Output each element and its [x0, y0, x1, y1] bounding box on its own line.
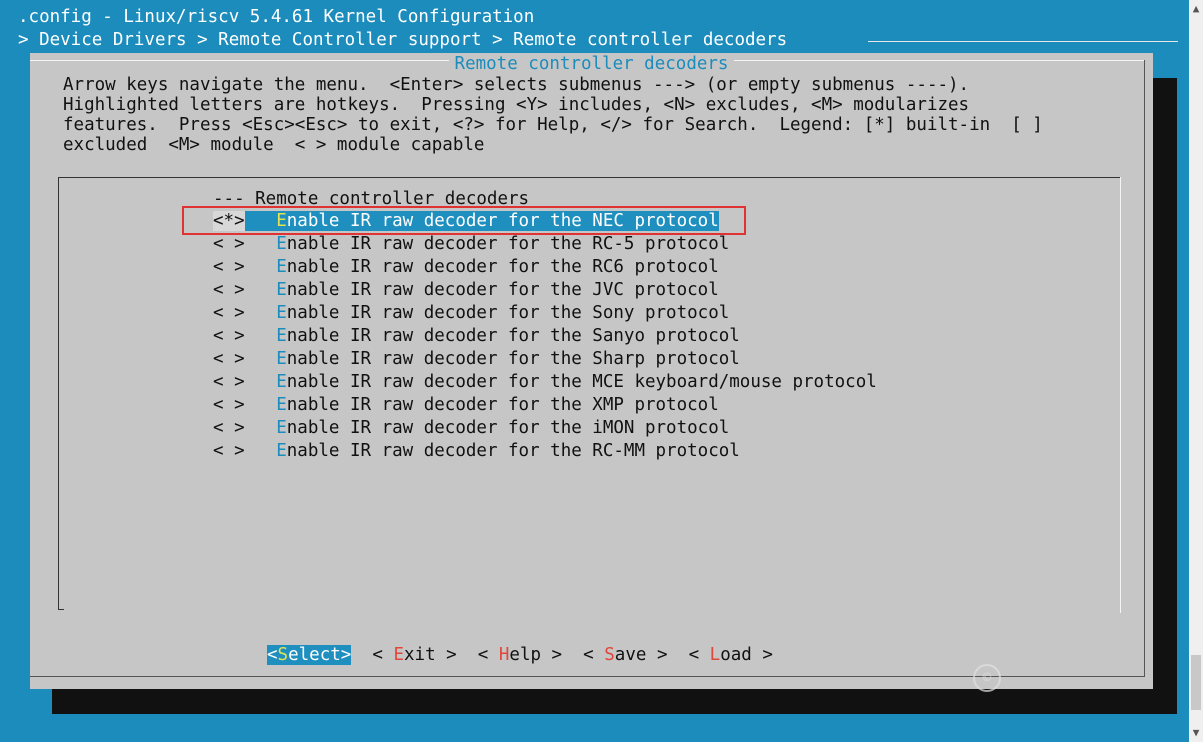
item-hotkey: E [276, 395, 287, 415]
item-hotkey: E [276, 441, 287, 461]
item-label: nable IR raw decoder for the XMP protoco… [286, 395, 719, 415]
button-bar: <Select> < Exit > < Help > < Save > < Lo… [267, 644, 773, 666]
help-open: < [477, 645, 499, 665]
menu-item-sanyo[interactable]: < > Enable IR raw decoder for the Sanyo … [213, 325, 740, 347]
exit-label: xit > [404, 645, 457, 665]
item-label: nable IR raw decoder for the Sharp proto… [286, 349, 740, 369]
help-line: features. Press <Esc><Esc> to exit, <?> … [63, 115, 1043, 135]
menuconfig-dialog: Remote controller decoders Arrow keys na… [30, 53, 1153, 689]
item-hotkey: E [276, 349, 287, 369]
menu-item-imon[interactable]: < > Enable IR raw decoder for the iMON p… [213, 417, 729, 439]
item-state[interactable]: < > [213, 257, 245, 277]
help-line: Arrow keys navigate the menu. <Enter> se… [63, 75, 970, 95]
item-hotkey: E [276, 326, 287, 346]
menu-item-jvc[interactable]: < > Enable IR raw decoder for the JVC pr… [213, 279, 719, 301]
menu-item-sharp[interactable]: < > Enable IR raw decoder for the Sharp … [213, 348, 740, 370]
exit-open: < [372, 645, 394, 665]
dialog-title: Remote controller decoders [30, 54, 1153, 74]
select-button[interactable]: <Select> [267, 645, 352, 665]
menu-border-left [58, 177, 59, 610]
item-label: nable IR raw decoder for the RC-5 protoc… [286, 234, 730, 254]
menu-border-foot [58, 609, 64, 610]
dialog-border-right [1144, 60, 1145, 676]
save-label: ave > [614, 645, 668, 665]
load-open: < [688, 645, 710, 665]
item-state[interactable]: < > [213, 280, 245, 300]
save-open: < [583, 645, 605, 665]
select-open: < [267, 645, 278, 665]
menu-item-sony[interactable]: < > Enable IR raw decoder for the Sony p… [213, 302, 729, 324]
menu-item-rc6[interactable]: < > Enable IR raw decoder for the RC6 pr… [213, 256, 719, 278]
item-state[interactable]: < > [213, 441, 245, 461]
item-hotkey: E [276, 303, 287, 323]
menu-item-rc5[interactable]: < > Enable IR raw decoder for the RC-5 p… [213, 233, 729, 255]
load-label: oad > [720, 645, 773, 665]
item-label: nable IR raw decoder for the JVC protoco… [286, 280, 719, 300]
item-label: nable IR raw decoder for the Sony protoc… [286, 303, 730, 323]
menu-list[interactable]: --- Remote controller decoders <*> Enabl… [58, 177, 1121, 613]
help-line: excluded <M> module < > module capable [63, 135, 485, 155]
exit-hotkey: E [393, 645, 405, 665]
item-state[interactable]: < > [213, 349, 245, 369]
breadcrumb: > Device Drivers > Remote Controller sup… [18, 30, 788, 50]
item-state[interactable]: < > [213, 303, 245, 323]
item-label: nable IR raw decoder for the RC6 protoco… [286, 257, 719, 277]
item-state[interactable]: < > [213, 234, 245, 254]
item-label: nable IR raw decoder for the RC-MM proto… [286, 441, 740, 461]
breadcrumb-rule [868, 41, 1178, 42]
help-button[interactable]: < Help > [478, 645, 562, 665]
item-hotkey: E [276, 372, 287, 392]
item-label: nable IR raw decoder for the Sanyo proto… [286, 326, 740, 346]
annotation-highlight-box [182, 206, 746, 235]
menu-border-right [1120, 177, 1121, 613]
dialog-shadow-right [1153, 78, 1177, 714]
item-state[interactable]: < > [213, 326, 245, 346]
exit-button[interactable]: < Exit > [372, 645, 456, 665]
save-button[interactable]: < Save > [583, 645, 667, 665]
menu-item-rcmm[interactable]: < > Enable IR raw decoder for the RC-MM … [213, 440, 740, 462]
item-label: nable IR raw decoder for the MCE keyboar… [286, 372, 877, 392]
scroll-up-icon[interactable]: ▲ [1189, 0, 1203, 18]
watermark-icon: © [973, 664, 1001, 692]
dialog-shadow-bottom [52, 689, 1177, 714]
menu-item-mce[interactable]: < > Enable IR raw decoder for the MCE ke… [213, 371, 877, 393]
select-hotkey: S [277, 645, 289, 665]
help-label: elp > [509, 645, 563, 665]
help-hotkey: H [498, 645, 510, 665]
help-line: Highlighted letters are hotkeys. Pressin… [63, 95, 970, 115]
select-label: elect> [288, 645, 352, 665]
item-hotkey: E [276, 418, 287, 438]
menu-item-xmp[interactable]: < > Enable IR raw decoder for the XMP pr… [213, 394, 719, 416]
help-text: Arrow keys navigate the menu. <Enter> se… [63, 75, 1043, 155]
scroll-down-icon[interactable]: ▼ [1189, 724, 1203, 742]
vertical-scrollbar[interactable]: ▲ ▼ [1189, 0, 1203, 742]
scroll-thumb[interactable] [1191, 655, 1201, 710]
item-hotkey: E [276, 280, 287, 300]
item-state[interactable]: < > [213, 418, 245, 438]
item-state[interactable]: < > [213, 372, 245, 392]
item-state[interactable]: < > [213, 395, 245, 415]
load-hotkey: L [709, 645, 721, 665]
item-label: nable IR raw decoder for the iMON protoc… [286, 418, 730, 438]
save-hotkey: S [604, 645, 615, 665]
item-hotkey: E [276, 257, 287, 277]
menu-border-top [58, 177, 1121, 178]
load-button[interactable]: < Load > [689, 645, 773, 665]
item-hotkey: E [276, 234, 287, 254]
window-title: .config - Linux/riscv 5.4.61 Kernel Conf… [18, 7, 535, 27]
dialog-title-text: Remote controller decoders [448, 54, 735, 74]
